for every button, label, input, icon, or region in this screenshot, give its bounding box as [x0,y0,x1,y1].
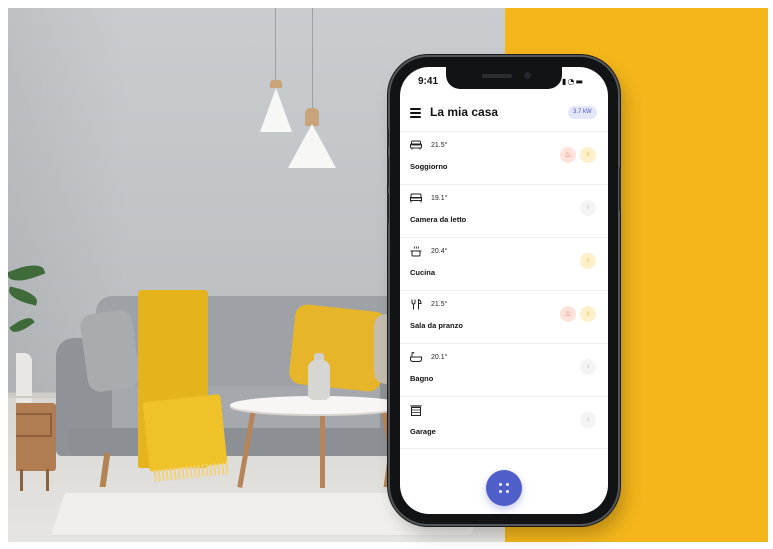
smartphone-frame: 9:41 ▮◔▬ La mia casa 3.7 kW 21.5° Soggio… [387,57,621,524]
phone-side-button [387,129,389,147]
coffee-table-leg [320,410,325,488]
room-name: Cucina [410,268,436,277]
sofa-icon [410,140,422,151]
grid-dots-icon[interactable] [486,470,522,506]
fork-knife-icon [410,298,422,310]
phone-power-button [619,167,621,211]
room-name: Sala da pranzo [410,321,463,330]
lamp-cap [270,80,282,88]
phone-screen: 9:41 ▮◔▬ La mia casa 3.7 kW 21.5° Soggio… [400,67,608,514]
phone-notch [446,67,562,89]
pendant-lamp-right [288,124,336,168]
side-table-leg [20,469,23,491]
status-icons: ▮◔▬ [562,77,584,86]
heating-flame-icon[interactable]: ♨ [560,306,576,322]
room-temperature: 21.5° [431,301,448,308]
room-temperature: 19.1° [431,195,448,202]
page-title: La mia casa [430,105,499,119]
light-bulb-icon[interactable]: ♀ [580,306,596,322]
room-temperature: 20.1° [431,354,448,361]
room-list: 21.5° Soggiorno ♨ ♀ 19.1° Camera da lett… [400,131,608,449]
fab-dot [499,483,502,486]
yellow-cushion [288,303,388,393]
bathtub-icon [410,351,422,363]
bed-icon [410,193,422,204]
front-camera [524,72,531,79]
room-row-camera-da-letto[interactable]: 19.1° Camera da letto ♀ [400,184,608,237]
grey-cushion [78,308,142,394]
room-row-soggiorno[interactable]: 21.5° Soggiorno ♨ ♀ [400,131,608,184]
fab-dot [499,490,502,493]
plant-pot [16,353,32,408]
fab-dot [506,483,509,486]
vase [308,360,330,400]
light-bulb-icon[interactable]: ♀ [580,200,596,216]
room-name: Soggiorno [410,162,448,171]
light-bulb-icon[interactable]: ♀ [580,253,596,269]
room-name: Bagno [410,374,434,383]
marketing-scene: 9:41 ▮◔▬ La mia casa 3.7 kW 21.5° Soggio… [0,0,773,549]
lamp-cord [312,8,313,108]
room-row-garage[interactable]: Garage ♀ [400,396,608,449]
room-name: Garage [410,427,436,436]
lamp-cord [275,8,276,80]
room-row-bagno[interactable]: 20.1° Bagno ♀ [400,343,608,396]
sofa-leg [99,453,111,487]
side-table [16,403,56,491]
yellow-throw-fold [142,394,228,472]
phone-side-button [387,193,389,223]
room-row-sala-da-pranzo[interactable]: 21.5° Sala da pranzo ♨ ♀ [400,290,608,343]
room-row-cucina[interactable]: 20.4° Cucina ♀ [400,237,608,290]
power-usage-badge[interactable]: 3.7 kW [568,106,597,119]
side-table-leg [46,469,49,491]
garage-icon [410,405,422,416]
battery-icon: ▬ [575,77,584,86]
room-temperature: 20.4° [431,248,448,255]
status-time: 9:41 [418,76,439,87]
light-bulb-icon[interactable]: ♀ [580,147,596,163]
side-table-drawer [16,413,52,437]
phone-side-button [387,157,389,187]
speaker-grille [482,74,512,78]
light-bulb-icon[interactable]: ♀ [580,359,596,375]
room-temperature: 21.5° [431,142,448,149]
hamburger-menu-icon[interactable] [410,108,421,118]
heating-flame-icon[interactable]: ♨ [560,147,576,163]
room-name: Camera da letto [410,215,467,224]
fab-dot [506,490,509,493]
cooking-pot-icon [410,246,422,257]
light-bulb-icon[interactable]: ♀ [580,412,596,428]
app-bar: La mia casa 3.7 kW [400,97,608,131]
